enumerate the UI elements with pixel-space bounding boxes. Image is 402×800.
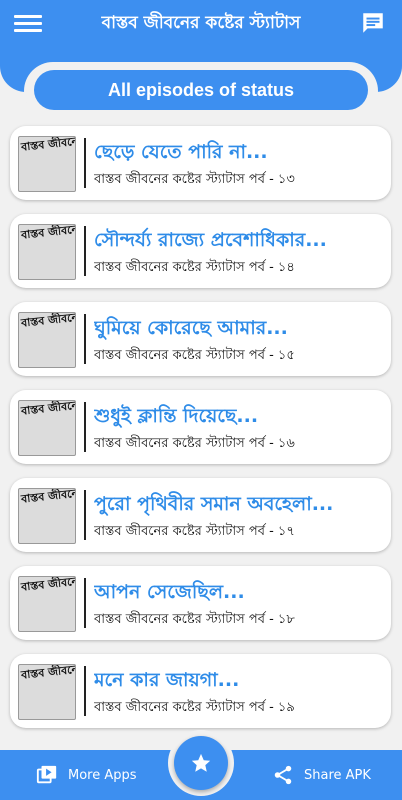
episode-subtitle: বাস্তব জীবনের কষ্টের স্ট্যাটাস পর্ব - ১৮ [94, 612, 295, 627]
app-title: বাস্তব জীবনের কষ্টের স্ট্যাটাস [101, 13, 301, 33]
episode-subtitle: বাস্তব জীবনের কষ্টের স্ট্যাটাস পর্ব - ১৯ [94, 700, 295, 715]
divider [84, 578, 86, 628]
episode-thumbnail: বাস্তব জীবনের কষ্টের স্ট্যাটাস [18, 400, 76, 456]
episode-thumbnail: বাস্তব জীবনের কষ্টের স্ট্যাটাস [18, 488, 76, 544]
episode-thumbnail: বাস্তব জীবনের কষ্টের স্ট্যাটাস [18, 224, 76, 280]
thumbnail-text: বাস্তব জীবনের কষ্টের স্ট্যাটাস [20, 136, 76, 154]
episode-title: শুধুই ক্লান্তি দিয়েছে... [94, 405, 259, 427]
video-library-icon [36, 765, 57, 784]
menu-icon-line [14, 15, 42, 18]
episode-title: সৌন্দর্য্য রাজ্যে প্রবেশাধিকার... [94, 229, 327, 251]
episode-card[interactable]: বাস্তব জীবনের কষ্টের স্ট্যাটাস ঘুমিয়ে ক… [10, 302, 391, 376]
episode-title: পুরো পৃথিবীর সমান অবহেলা... [94, 493, 334, 515]
episode-card[interactable]: বাস্তব জীবনের কষ্টের স্ট্যাটাস সৌন্দর্য্… [10, 214, 391, 288]
banner-heading: All episodes of status [34, 70, 368, 110]
episode-thumbnail: বাস্তব জীবনের কষ্টের স্ট্যাটাস [18, 136, 76, 192]
menu-button[interactable] [14, 12, 42, 36]
episode-thumbnail: বাস্তব জীবনের কষ্টের স্ট্যাটাস [18, 664, 76, 720]
thumbnail-text: বাস্তব জীবনের কষ্টের স্ট্যাটাস [20, 576, 76, 594]
divider [84, 666, 86, 716]
episode-title: ঘুমিয়ে কোরেছে আমার... [94, 317, 288, 339]
episode-card[interactable]: বাস্তব জীবনের কষ্টের স্ট্যাটাস পুরো পৃথি… [10, 478, 391, 552]
message-icon [363, 13, 383, 33]
thumbnail-text: বাস্তব জীবনের কষ্টের স্ট্যাটাস [20, 312, 76, 330]
episode-card[interactable]: বাস্তব জীবনের কষ্টের স্ট্যাটাস ছেড়ে যেত… [10, 126, 391, 200]
menu-icon-line [14, 29, 42, 32]
thumbnail-text: বাস্তব জীবনের কষ্টের স্ট্যাটাস [20, 664, 76, 682]
message-button[interactable] [360, 10, 386, 36]
more-apps-label: More Apps [68, 767, 137, 783]
star-icon [191, 753, 211, 772]
divider [84, 402, 86, 452]
more-apps-button[interactable]: More Apps [36, 750, 137, 800]
episode-thumbnail: বাস্তব জীবনের কষ্টের স্ট্যাটাস [18, 576, 76, 632]
episode-title: মনে কার জায়গা... [94, 669, 240, 691]
episode-subtitle: বাস্তব জীবনের কষ্টের স্ট্যাটাস পর্ব - ১৩ [94, 172, 295, 187]
divider [84, 226, 86, 276]
banner-container: All episodes of status [24, 62, 378, 120]
episode-card[interactable]: বাস্তব জীবনের কষ্টের স্ট্যাটাস মনে কার জ… [10, 654, 391, 728]
thumbnail-text: বাস্তব জীবনের কষ্টের স্ট্যাটাস [20, 224, 76, 242]
share-apk-label: Share APK [304, 767, 371, 783]
menu-icon-line [14, 22, 42, 25]
divider [84, 490, 86, 540]
episode-list: বাস্তব জীবনের কষ্টের স্ট্যাটাস ছেড়ে যেত… [10, 126, 391, 742]
episode-subtitle: বাস্তব জীবনের কষ্টের স্ট্যাটাস পর্ব - ১৭ [94, 524, 295, 539]
episode-title: ছেড়ে যেতে পারি না... [94, 141, 268, 163]
divider [84, 138, 86, 188]
divider [84, 314, 86, 364]
episode-card[interactable]: বাস্তব জীবনের কষ্টের স্ট্যাটাস শুধুই ক্ল… [10, 390, 391, 464]
share-icon [274, 765, 292, 785]
episode-title: আপন সেজেছিল... [94, 581, 245, 603]
episode-card[interactable]: বাস্তব জীবনের কষ্টের স্ট্যাটাস আপন সেজেছ… [10, 566, 391, 640]
share-apk-button[interactable]: Share APK [272, 750, 371, 800]
episode-subtitle: বাস্তব জীবনের কষ্টের স্ট্যাটাস পর্ব - ১৪ [94, 260, 295, 275]
thumbnail-text: বাস্তব জীবনের কষ্টের স্ট্যাটাস [20, 400, 76, 418]
favorite-fab-button[interactable] [174, 736, 228, 790]
episode-subtitle: বাস্তব জীবনের কষ্টের স্ট্যাটাস পর্ব - ১৫ [94, 348, 295, 363]
episode-thumbnail: বাস্তব জীবনের কষ্টের স্ট্যাটাস [18, 312, 76, 368]
episode-subtitle: বাস্তব জীবনের কষ্টের স্ট্যাটাস পর্ব - ১৬ [94, 436, 295, 451]
thumbnail-text: বাস্তব জীবনের কষ্টের স্ট্যাটাস [20, 488, 76, 506]
